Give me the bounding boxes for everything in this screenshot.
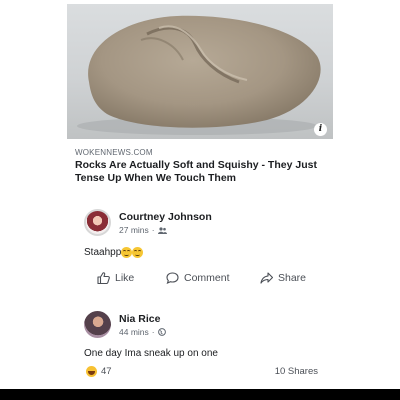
thumbs-up-icon <box>97 272 110 284</box>
rock-photo <box>77 15 321 135</box>
smiling-emoji-icon <box>132 247 144 258</box>
share-icon <box>260 272 273 284</box>
avatar[interactable] <box>84 311 111 338</box>
share-label: Share <box>278 272 307 284</box>
reaction-summary[interactable]: 47 <box>86 366 112 377</box>
like-label: Like <box>115 272 135 284</box>
post-image[interactable]: i <box>67 4 333 139</box>
comment-text: One day Ima sneak up on one <box>84 348 218 359</box>
post-actions: Like Comment Share <box>97 272 317 292</box>
comment-text-row: Staahpp <box>84 247 144 258</box>
comment-text-row: One day Ima sneak up on one <box>84 348 218 359</box>
comment-icon <box>166 272 179 284</box>
share-button[interactable]: Share <box>260 272 306 284</box>
link-preview[interactable]: WOKENNEWS.COM Rocks Are Actually Soft an… <box>67 139 333 185</box>
commenter-name[interactable]: Nia Rice <box>119 313 160 325</box>
comment-meta: 27 mins · <box>119 225 167 235</box>
globe-icon <box>157 328 166 336</box>
link-domain: WOKENNEWS.COM <box>75 148 153 157</box>
post-footer: 47 10 Shares <box>86 366 318 380</box>
share-count[interactable]: 10 Shares <box>275 366 318 377</box>
comment-label: Comment <box>184 272 230 284</box>
comment-meta: 44 mins · <box>119 327 166 337</box>
comment-time: 44 mins <box>119 327 149 337</box>
screen-bottom-bar <box>0 389 400 400</box>
avatar[interactable] <box>84 209 111 236</box>
like-button[interactable]: Like <box>97 272 134 284</box>
reaction-count: 47 <box>101 366 112 377</box>
info-icon[interactable]: i <box>314 123 327 136</box>
link-post-card[interactable]: i WOKENNEWS.COM Rocks Are Actually Soft … <box>67 4 333 185</box>
smiling-emoji-icon <box>121 247 133 258</box>
comment-time: 27 mins <box>119 225 149 235</box>
comment-button[interactable]: Comment <box>166 272 230 284</box>
commenter-name[interactable]: Courtney Johnson <box>119 211 212 223</box>
link-headline[interactable]: Rocks Are Actually Soft and Squishy - Th… <box>75 159 325 185</box>
comment-text: Staahpp <box>84 247 122 258</box>
friends-icon <box>157 226 167 234</box>
haha-reaction-icon <box>86 366 97 377</box>
